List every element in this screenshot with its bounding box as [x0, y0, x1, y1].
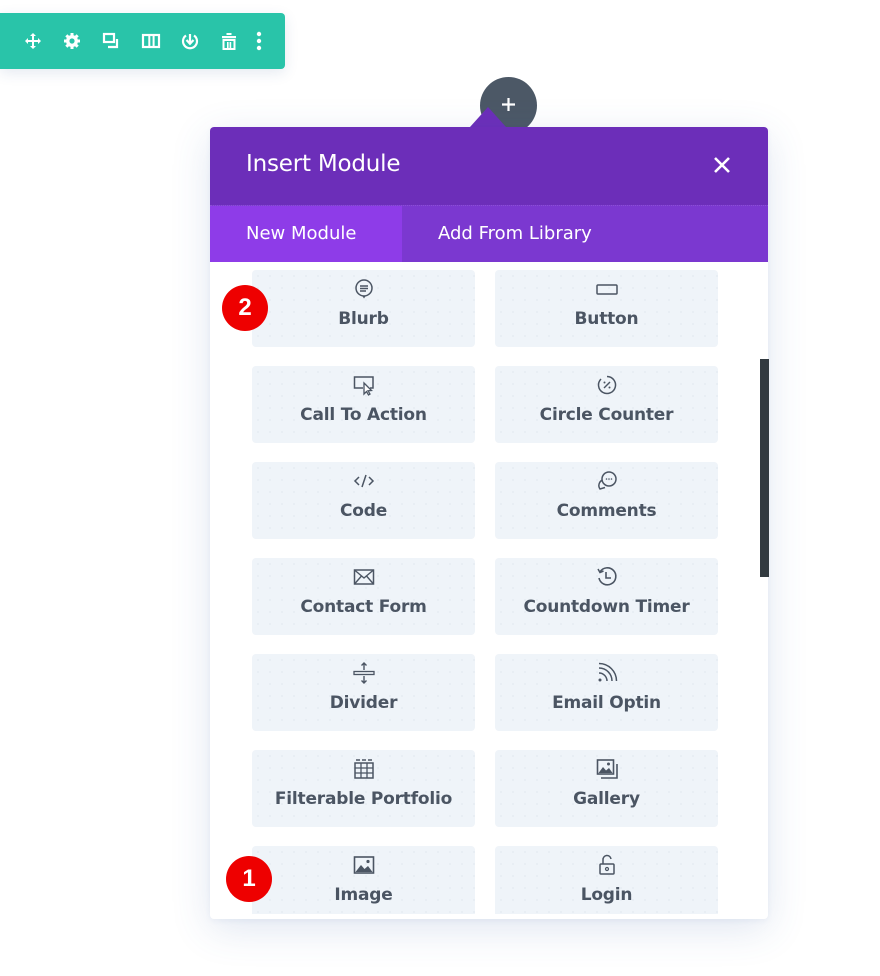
rss-icon [596, 662, 618, 684]
close-icon [714, 157, 730, 173]
row-toolbar [0, 13, 285, 69]
columns-icon[interactable] [141, 31, 161, 51]
module-circle-counter[interactable]: Circle Counter [495, 366, 718, 443]
panel-pointer [470, 107, 506, 127]
tab-add-from-library[interactable]: Add From Library [402, 206, 768, 262]
code-icon [353, 470, 375, 492]
module-login[interactable]: Login [495, 846, 718, 914]
tab-new-module[interactable]: New Module [210, 206, 402, 262]
module-filterable-portfolio[interactable]: Filterable Portfolio [252, 750, 475, 827]
insert-module-dialog: Insert Module New Module Add From Librar… [210, 127, 768, 919]
comments-icon [596, 470, 618, 492]
countdown-timer-icon [596, 566, 618, 588]
blurb-icon [353, 278, 375, 300]
trash-icon[interactable] [219, 31, 239, 51]
unlock-icon [596, 854, 618, 876]
dialog-header: Insert Module [210, 127, 768, 205]
module-image[interactable]: Image [252, 846, 475, 914]
button-icon [595, 278, 618, 300]
divider-icon [352, 662, 375, 684]
module-list-scrollbar[interactable] [760, 359, 769, 577]
duplicate-icon[interactable] [101, 31, 121, 51]
module-comments[interactable]: Comments [495, 462, 718, 539]
more-options-icon[interactable] [249, 31, 269, 51]
annotation-badge-2: 2 [222, 285, 268, 331]
module-blurb[interactable]: Blurb [252, 270, 475, 347]
module-call-to-action[interactable]: Call To Action [252, 366, 475, 443]
module-email-optin[interactable]: Email Optin [495, 654, 718, 731]
module-countdown-timer[interactable]: Countdown Timer [495, 558, 718, 635]
gear-icon[interactable] [62, 31, 82, 51]
circle-counter-icon [596, 374, 618, 396]
module-code[interactable]: Code [252, 462, 475, 539]
gallery-icon [596, 758, 618, 780]
module-gallery[interactable]: Gallery [495, 750, 718, 827]
module-button[interactable]: Button [495, 270, 718, 347]
close-button[interactable] [712, 155, 732, 175]
grid-table-icon [353, 758, 375, 780]
move-icon[interactable] [23, 31, 43, 51]
dialog-tabs: New Module Add From Library [210, 205, 768, 262]
module-divider[interactable]: Divider [252, 654, 475, 731]
save-to-library-icon[interactable] [180, 31, 200, 51]
dialog-title: Insert Module [246, 151, 401, 177]
module-contact-form[interactable]: Contact Form [252, 558, 475, 635]
annotation-badge-1: 1 [226, 856, 272, 902]
envelope-icon [353, 566, 375, 588]
module-list: Blurb Button Call To Action Circle Count… [210, 261, 768, 914]
call-to-action-icon [353, 374, 375, 396]
image-icon [353, 854, 375, 876]
